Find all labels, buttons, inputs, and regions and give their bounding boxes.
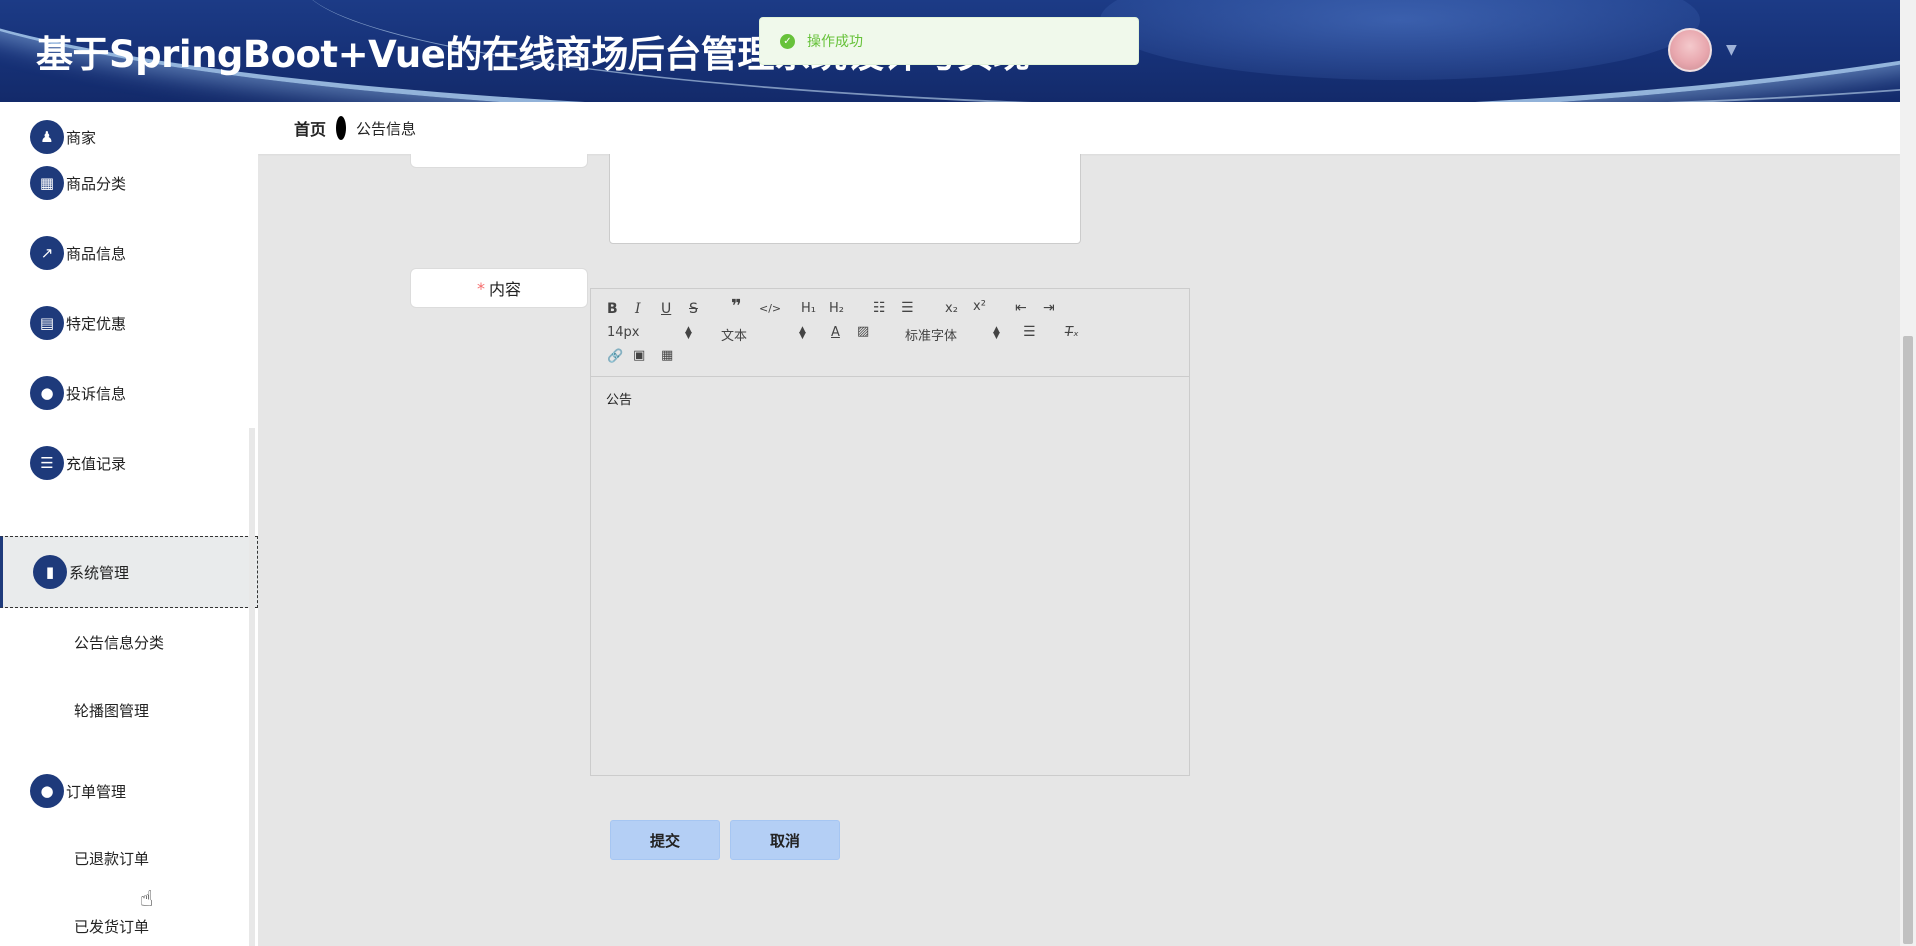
page-scrollbar[interactable] [1900, 0, 1916, 946]
avatar[interactable] [1668, 28, 1712, 72]
main-content: * 内容 B I U S ❞ </> H₁ H₂ ☷ ☰ x₂ x² ⇤ ⇥ 1… [258, 154, 1900, 946]
clipboard-icon: ▤ [30, 306, 64, 340]
clear-format-icon[interactable]: T̶ₓ [1065, 325, 1079, 341]
editor-content[interactable]: 公告 [591, 377, 1189, 420]
sidebar-subitem-refunded[interactable]: 已退款订单 [74, 848, 149, 869]
sidebar-item-label: 商品信息 [66, 244, 127, 263]
link-icon[interactable]: 🔗 [607, 349, 623, 365]
toast-message: 操作成功 [807, 34, 863, 50]
italic-icon[interactable]: I [635, 301, 641, 317]
select-arrows-icon: ▲ ▼ [685, 325, 692, 341]
strikethrough-icon[interactable]: S [689, 301, 698, 317]
sidebar-subitem-notice-category[interactable]: 公告信息分类 [74, 632, 164, 653]
chart-line-icon: ↗ [30, 236, 64, 270]
sidebar-subitem-shipped[interactable]: 已发货订单 [74, 916, 149, 937]
font-size-value: 14px [607, 325, 640, 340]
heading-1-icon[interactable]: H₁ [801, 301, 816, 317]
sidebar-item-discount[interactable]: ▤ 特定优惠 [0, 288, 256, 358]
font-size-select[interactable]: 14px ▲ ▼ [607, 325, 693, 341]
breadcrumb-separator-icon [336, 116, 347, 140]
underline-icon[interactable]: U [661, 301, 671, 317]
required-mark: * [476, 278, 485, 298]
outdent-icon[interactable]: ⇤ [1015, 300, 1027, 316]
editor-toolbar: B I U S ❞ </> H₁ H₂ ☷ ☰ x₂ x² ⇤ ⇥ 14px ▲… [591, 289, 1189, 377]
heading-2-icon[interactable]: H₂ [829, 301, 844, 317]
sidebar-item-category[interactable]: ▦ 商品分类 [0, 148, 256, 218]
font-color-icon[interactable]: A [831, 325, 840, 341]
summary-textarea[interactable] [609, 154, 1081, 244]
sidebar-scrollbar[interactable] [249, 428, 255, 946]
sidebar-item-label: 商品分类 [66, 174, 127, 193]
bar-chart-icon: ▮ [33, 555, 67, 589]
header-select-value: 文本 [721, 329, 748, 344]
select-arrows-icon: ▲ ▼ [993, 325, 1000, 341]
bold-icon[interactable]: B [607, 301, 618, 317]
check-circle-icon: ✓ [780, 33, 795, 49]
sidebar-item-label: 系统管理 [69, 563, 130, 582]
breadcrumb: 首页 公告信息 [258, 102, 1900, 154]
header-select[interactable]: 文本 ▲ ▼ [721, 325, 807, 345]
select-arrows-icon: ▲ ▼ [799, 325, 806, 341]
blockquote-icon[interactable]: ❞ [731, 298, 742, 316]
background-color-icon[interactable]: ▨ [857, 324, 869, 340]
page-scrollbar-thumb[interactable] [1903, 336, 1913, 944]
video-icon[interactable]: ▦ [661, 348, 673, 364]
cancel-button[interactable]: 取消 [730, 820, 840, 860]
indent-icon[interactable]: ⇥ [1043, 300, 1055, 316]
font-family-value: 标准字体 [905, 329, 958, 344]
sidebar-item-label: 充值记录 [66, 454, 127, 473]
sidebar-item-label: 商家 [66, 128, 97, 147]
summary-label-box [410, 154, 588, 168]
sidebar-item-label: 投诉信息 [66, 384, 127, 403]
submit-button[interactable]: 提交 [610, 820, 720, 860]
bullet-list-icon[interactable]: ☰ [901, 300, 914, 316]
image-icon[interactable]: ▣ [633, 348, 645, 364]
sidebar-item-recharge[interactable]: ☰ 充值记录 [0, 428, 256, 498]
subscript-icon[interactable]: x₂ [945, 301, 958, 317]
superscript-icon[interactable]: x² [973, 299, 986, 315]
list-icon: ☰ [30, 446, 64, 480]
grid-icon: ▦ [30, 166, 64, 200]
sidebar-item-product[interactable]: ↗ 商品信息 [0, 218, 256, 288]
ordered-list-icon[interactable]: ☷ [873, 300, 886, 316]
code-block-icon[interactable]: </> [759, 301, 781, 317]
sidebar-item-system[interactable]: ▮ 系统管理 [0, 536, 258, 608]
success-toast: ✓ 操作成功 [759, 17, 1139, 65]
breadcrumb-current: 公告信息 [356, 119, 417, 138]
font-family-select[interactable]: 标准字体 ▲ ▼ [905, 325, 1001, 345]
user-icon: ● [30, 376, 64, 410]
sidebar-item-label: 订单管理 [66, 782, 127, 801]
sidebar: ♟ 商家 ▦ 商品分类 ↗ 商品信息 ▤ 特定优惠 ● 投诉信息 ☰ 充值记录 … [0, 102, 258, 946]
hand-cursor-icon: ☝ [140, 887, 154, 912]
content-label-box: * 内容 [410, 268, 588, 308]
sidebar-item-complaint[interactable]: ● 投诉信息 [0, 358, 256, 428]
rich-text-editor: B I U S ❞ </> H₁ H₂ ☷ ☰ x₂ x² ⇤ ⇥ 14px ▲… [590, 288, 1190, 776]
sidebar-item-order[interactable]: ● 订单管理 [0, 756, 256, 826]
breadcrumb-home[interactable]: 首页 [294, 116, 326, 140]
lightbulb-icon: ● [30, 774, 64, 808]
sidebar-item-label: 特定优惠 [66, 314, 127, 333]
caret-down-icon[interactable]: ▼ [1726, 42, 1737, 58]
content-label: 内容 [488, 280, 521, 299]
sidebar-subitem-carousel[interactable]: 轮播图管理 [74, 700, 149, 721]
align-icon[interactable]: ☰ [1023, 324, 1036, 340]
